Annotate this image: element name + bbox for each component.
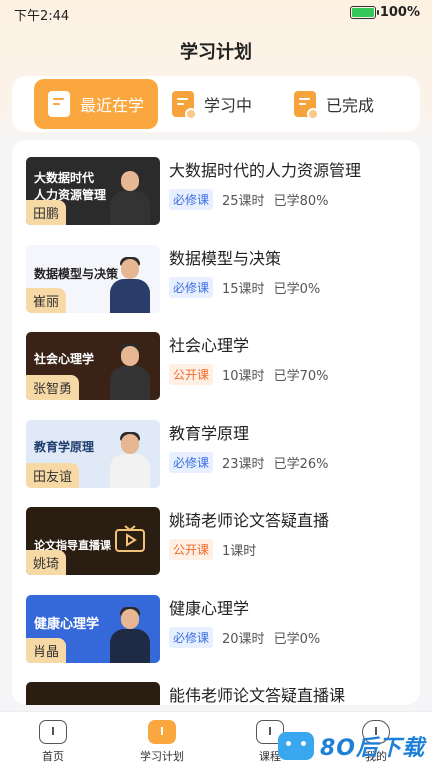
thumbnail-title: 大数据时代 人力资源管理: [34, 171, 107, 202]
teacher-photo: [110, 257, 150, 313]
course-title: 姚琦老师论文答疑直播: [169, 511, 330, 530]
watermark-robot-icon: [278, 732, 314, 760]
status-bar: 下午2:44 100%: [0, 0, 432, 26]
tab-bar: 最近在学 学习中 已完成: [12, 76, 420, 132]
teacher-name: 张智勇: [26, 375, 80, 400]
tv-play-icon: [115, 525, 145, 552]
teacher-name: 肖晶: [26, 638, 67, 663]
course-progress: 已学0%: [273, 282, 321, 297]
course-title: 能伟老师论文答疑直播课: [169, 686, 346, 705]
tab-recent[interactable]: 最近在学: [34, 79, 159, 129]
watermark-text: 8O后下载: [320, 736, 426, 761]
course-item[interactable]: 教育学原理 田友谊 教育学原理 必修课 23课时 已学26%: [26, 420, 406, 488]
course-item[interactable]: 社会心理学 张智勇 社会心理学 公开课 10课时 已学70%: [26, 332, 406, 400]
nav-study-plan[interactable]: 学习计划: [122, 720, 202, 764]
thumbnail-title: 数据模型与决策: [34, 267, 119, 281]
course-lessons: 10课时: [222, 369, 265, 384]
teacher-name: 田友谊: [26, 463, 80, 488]
tab-label: 最近在学: [80, 96, 145, 115]
course-tag: 公开课: [169, 539, 214, 560]
battery-level: 100%: [379, 5, 420, 20]
course-thumbnail: 数据模型与决策 崔丽: [26, 245, 160, 313]
course-lessons: 15课时: [222, 282, 265, 297]
course-tag: 必修课: [169, 277, 214, 298]
course-tag: 公开课: [169, 364, 214, 385]
document-progress-icon: [172, 91, 197, 120]
nav-label: 学习计划: [140, 750, 184, 763]
course-title: 数据模型与决策: [169, 249, 282, 268]
course-lessons: 23课时: [222, 457, 265, 472]
nav-home[interactable]: 首页: [13, 720, 93, 764]
course-lessons: 20课时: [222, 632, 265, 647]
course-tag: 必修课: [169, 452, 214, 473]
course-item[interactable]: 大数据时代 人力资源管理 田鹏 大数据时代的人力资源管理 必修课 25课时 已学…: [26, 157, 406, 225]
course-item[interactable]: 健康心理学 肖晶 健康心理学 必修课 20课时 已学0%: [26, 595, 406, 663]
course-thumbnail: 健康心理学 肖晶: [26, 595, 160, 663]
course-title: 健康心理学: [169, 599, 250, 618]
course-progress: 已学80%: [273, 194, 329, 209]
document-done-icon: [294, 91, 319, 120]
course-lessons: 25课时: [222, 194, 265, 209]
teacher-name: 崔丽: [26, 288, 67, 313]
course-meta: 必修课 20课时 已学0%: [169, 627, 320, 648]
course-progress: 已学70%: [273, 369, 329, 384]
course-lessons: 1课时: [222, 544, 257, 559]
course-meta: 公开课 1课时: [169, 539, 256, 560]
course-thumbnail: 大数据时代 人力资源管理 田鹏: [26, 157, 160, 225]
course-meta: 必修课 25课时 已学80%: [169, 189, 328, 210]
course-title: 教育学原理: [169, 424, 250, 443]
tab-label: 学习中: [204, 96, 253, 115]
course-meta: 必修课 23课时 已学26%: [169, 452, 328, 473]
teacher-photo: [110, 607, 150, 663]
teacher-photo: [110, 169, 150, 225]
course-thumbnail: 论文指导直播课 姚琦: [26, 507, 160, 575]
tab-completed[interactable]: 已完成: [294, 79, 374, 129]
battery-icon: [349, 6, 379, 19]
course-meta: 必修课 15课时 已学0%: [169, 277, 320, 298]
course-progress: 已学0%: [273, 632, 321, 647]
course-list: 大数据时代 人力资源管理 田鹏 大数据时代的人力资源管理 必修课 25课时 已学…: [12, 140, 420, 705]
thumbnail-title: 健康心理学: [34, 617, 100, 632]
tab-label: 已完成: [326, 96, 375, 115]
course-item[interactable]: 论文指导直播课 姚琦 姚琦老师论文答疑直播 公开课 1课时: [26, 507, 406, 575]
course-item[interactable]: 数据模型与决策 崔丽 数据模型与决策 必修课 15课时 已学0%: [26, 245, 406, 313]
thumbnail-title: 教育学原理: [34, 440, 95, 454]
thumbnail-title: 社会心理学: [34, 352, 95, 366]
teacher-photo: [110, 432, 150, 488]
page-title: 学习计划: [180, 42, 252, 63]
watermark: 8O后下载: [278, 730, 425, 762]
course-thumbnail: 教育学原理 田友谊: [26, 420, 160, 488]
book-icon: [148, 720, 176, 744]
course-tag: 必修课: [169, 189, 214, 210]
course-progress: 已学26%: [273, 457, 329, 472]
status-time: 下午2:44: [14, 9, 70, 24]
course-meta: 公开课 10课时 已学70%: [169, 364, 328, 385]
teacher-name: 田鹏: [26, 200, 67, 225]
home-icon: [39, 720, 67, 744]
teacher-name: 姚琦: [26, 550, 67, 575]
course-thumbnail: 社会心理学 张智勇: [26, 332, 160, 400]
course-tag: 必修课: [169, 627, 214, 648]
tab-in-progress[interactable]: 学习中: [172, 79, 252, 129]
course-thumbnail: [26, 682, 160, 705]
teacher-photo: [110, 344, 150, 400]
course-item[interactable]: 能伟老师论文答疑直播课: [26, 682, 406, 705]
nav-label: 首页: [42, 750, 64, 763]
course-title: 社会心理学: [169, 336, 250, 355]
document-icon: [48, 91, 70, 117]
course-title: 大数据时代的人力资源管理: [169, 161, 362, 180]
battery-indicator: 100%: [349, 5, 420, 20]
